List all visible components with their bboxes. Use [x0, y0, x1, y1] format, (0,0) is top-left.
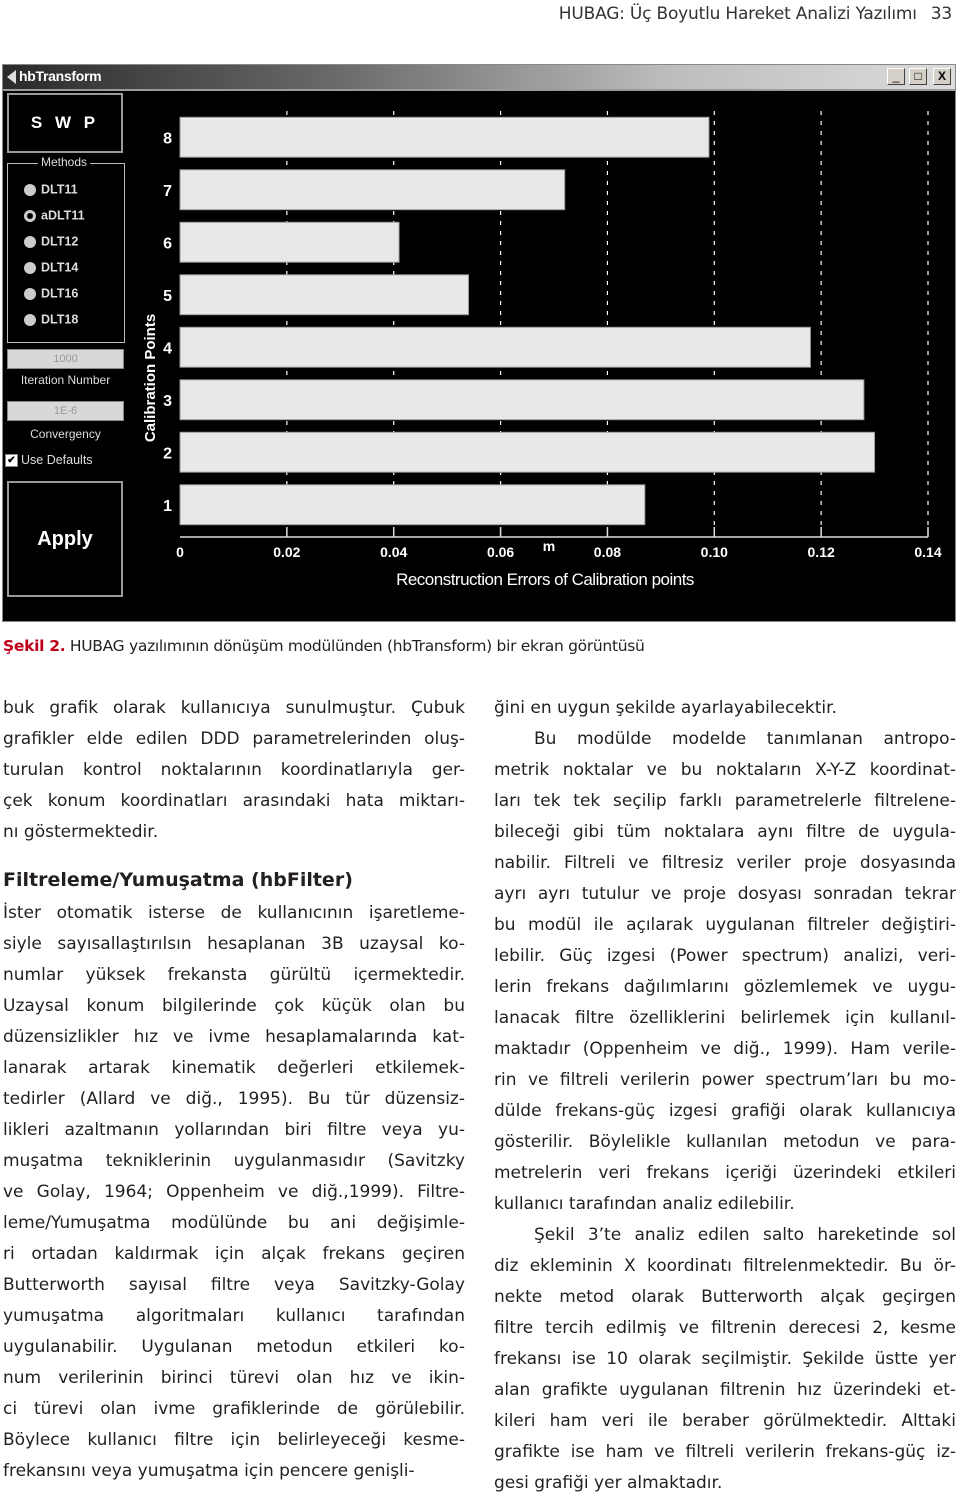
text-line: diz ekleminin X koordinatı filtrelenmekt…: [494, 1256, 956, 1276]
section-heading: Filtreleme/Yumuşatma (hbFilter): [3, 869, 353, 891]
text-line: tedirler (Allard ve diğ., 1995). Bu tür …: [3, 1089, 465, 1109]
text-line: maktadır (Oppenheim ve diğ., 1999). Ham …: [494, 1039, 956, 1059]
text-line: lerin frekans dağılımlarını gözlemlemek …: [494, 977, 956, 997]
bar-point-2: [179, 431, 876, 473]
text-line: turulan kontrol noktalarının koordinatla…: [3, 760, 465, 780]
x-tick-label: 0.08: [594, 544, 621, 560]
text-line: bu modül ile açılarak uygulanan filtrele…: [494, 915, 956, 935]
x-tick-label: 0.06: [487, 544, 514, 560]
left-column: buk grafik olarak kullanıcıya sunulmuştu…: [3, 693, 465, 1487]
text-line: grafikte ise ham ve filtreli verilerin f…: [494, 1442, 956, 1462]
text-line: ci türevi olan ivme grafiklerinde de gör…: [3, 1399, 465, 1419]
bar-point-3: [179, 379, 865, 421]
text-line: çek konum koordinatları arasındaki hata …: [3, 791, 465, 811]
bar-point-7: [179, 169, 566, 211]
x-tick-label: 0.02: [273, 544, 300, 560]
text-line: Şekil 3’te analiz edilen salto hareketin…: [534, 1225, 956, 1245]
text-line: Bu modülde modelde tanımlanan antropo-: [534, 729, 956, 749]
text-line: dülde frekans-güç izgesi grafiği olarak …: [494, 1101, 956, 1121]
x-tick-label: 0.14: [914, 544, 941, 560]
y-tick-label: 8: [163, 130, 172, 147]
text-line: uygulanabilir. Uygulanan metodun etkiler…: [3, 1337, 465, 1357]
paragraph: ğini en uygun şekilde ayarlayabilecektir…: [494, 693, 956, 724]
running-head: HUBAG: Üç Boyutlu Hareket Analizi Yazılı…: [559, 4, 952, 24]
text-line: rin ve filtreli verilerin power spectrum…: [494, 1070, 956, 1090]
text-line: düzensizlikler hız ve ivme hesaplamaları…: [3, 1027, 465, 1047]
text-line: metrelerin veri frekans içeriği üzerinde…: [494, 1163, 956, 1183]
text-line: num verilerinin birinci türevi olan hız …: [3, 1368, 465, 1388]
text-line: lanarak artarak kinematik değerleri etki…: [3, 1058, 465, 1078]
bar-point-4: [179, 326, 811, 368]
text-line: frekansını veya yumuşatma için pencere g…: [3, 1461, 415, 1481]
text-line: İster otomatik isterse de kullanıcının i…: [3, 903, 465, 923]
text-line: likleri azaltmanın yollarından biri filt…: [3, 1120, 465, 1140]
caption-label: Şekil 2.: [3, 637, 66, 655]
text-line: nabilir. Filtreli ve filtresiz veriler p…: [494, 853, 956, 873]
bar-point-6: [179, 221, 400, 263]
text-line: kullanıcı tarafından analiz edilebilir.: [494, 1194, 795, 1214]
x-tick-label: 0.10: [701, 544, 728, 560]
text-line: lanacak filtre özelliklerini belirlemek …: [494, 1008, 956, 1028]
text-line: metrik noktalar ve bu noktaların X-Y-Z k…: [494, 760, 956, 780]
y-tick-label: 2: [163, 445, 172, 462]
text-line: numlar yüksek frekansta gürültü içermekt…: [3, 965, 465, 985]
text-line: ları tek tek seçilip farklı parametreler…: [494, 791, 956, 811]
chart-title: Reconstruction Errors of Calibration poi…: [396, 570, 694, 589]
x-tick-label: 0.12: [808, 544, 835, 560]
y-tick-label: 3: [163, 393, 172, 410]
text-line: bileceği gibi tüm noktalara aynı filtre …: [494, 822, 956, 842]
text-line: gesi grafiği yer almaktadır.: [494, 1473, 723, 1493]
text-line: gösterilir. Böylelikle kullanılan metodu…: [494, 1132, 956, 1152]
y-tick-label: 1: [163, 498, 172, 515]
text-line: ayrı ayrı tutulur ve proje dosyası sonra…: [494, 884, 956, 904]
text-line: Butterworth sayısal filtre veya Savitzky…: [3, 1275, 465, 1295]
text-line: ğini en uygun şekilde ayarlayabilecektir…: [494, 698, 837, 718]
text-line: nı göstermektedir.: [3, 822, 159, 842]
page-number: 33: [930, 4, 952, 24]
paragraph: Bu modülde modelde tanımlanan antropo-me…: [494, 724, 956, 1220]
x-axis-label: m: [543, 538, 555, 554]
text-line: filtre tercih edilmiş ve filtrenin derec…: [494, 1318, 956, 1338]
text-line: kileri ham veri ile beraber görülmektedi…: [494, 1411, 956, 1431]
paragraph: Şekil 3’te analiz edilen salto hareketin…: [494, 1220, 956, 1499]
running-head-title: HUBAG: Üç Boyutlu Hareket Analizi Yazılı…: [558, 4, 917, 24]
text-line: alan grafikte uygulanan filtrenin hız üz…: [494, 1380, 956, 1400]
text-line: lebilir. Güç izgesi (Power spectrum) ana…: [494, 946, 956, 966]
bar-point-1: [179, 484, 646, 526]
bar-point-5: [179, 274, 470, 316]
text-line: yumuşatma algoritmaları kullanıcı tarafı…: [3, 1306, 465, 1326]
y-tick-label: 6: [163, 235, 172, 252]
text-line: Uzaysal konum bilgilerinde çok küçük ola…: [3, 996, 465, 1016]
x-tick-label: 0.04: [380, 544, 407, 560]
paragraph: İster otomatik isterse de kullanıcının i…: [3, 898, 465, 1487]
text-line: grafikler elde edilen DDD parametrelerin…: [3, 729, 465, 749]
caption-text: HUBAG yazılımının dönüşüm modülünden (hb…: [65, 637, 645, 655]
text-line: frekansı ise 10 olarak seçilmiştir. Şeki…: [494, 1349, 956, 1369]
figure-caption: Şekil 2. HUBAG yazılımının dönüşüm modül…: [3, 637, 645, 655]
reconstruction-error-chart: 1 2 3 4 5 6 7 8 0 0.02 0.04 0.06 0.08 0.10 0.12 0.14 C…: [142, 111, 942, 589]
text-line: ve Golay, 1964; Oppenheim ve diğ.,1999).…: [3, 1182, 465, 1202]
text-line: leme/Yumuşatma modülünde bu ani değişiml…: [3, 1213, 465, 1233]
right-column: ğini en uygun şekilde ayarlayabilecektir…: [494, 693, 956, 1499]
text-line: nekte metod olarak Butterworth alçak geç…: [494, 1287, 956, 1307]
text-line: siyle sayısallaştırılsın hesaplanan 3B u…: [3, 934, 465, 954]
text-line: Böylece kullanıcı filtre için belirleyec…: [3, 1430, 465, 1450]
paragraph: buk grafik olarak kullanıcıya sunulmuştu…: [3, 693, 465, 848]
text-line: ri ortadan kaldırmak için alçak frekans …: [3, 1244, 465, 1264]
y-axis-label: Calibration Points: [142, 314, 159, 442]
text-line: muşatma tekniklerinin uygulanmasıdır (Sa…: [3, 1151, 465, 1171]
hbtransform-window: hbTransform _ □ X S W P Methods DLT11 aDL…: [2, 64, 956, 622]
y-tick-label: 5: [163, 288, 172, 305]
bar-point-8: [179, 116, 710, 158]
y-tick-label: 7: [163, 183, 172, 200]
y-tick-label: 4: [163, 340, 172, 357]
text-line: buk grafik olarak kullanıcıya sunulmuştu…: [3, 698, 465, 718]
x-tick-label: 0: [176, 544, 184, 560]
